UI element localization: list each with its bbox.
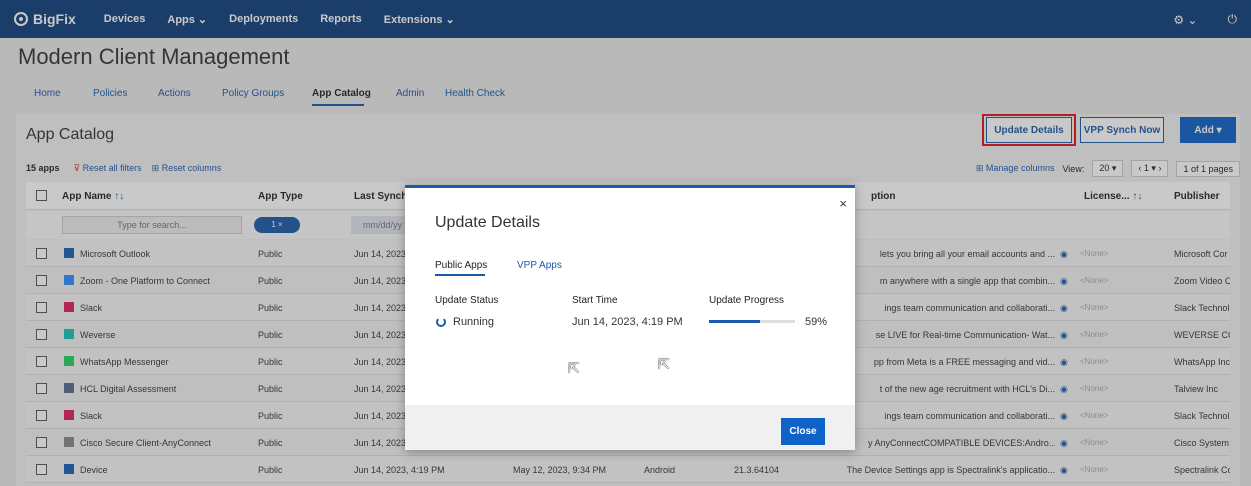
progress-text: 59% [805, 316, 828, 328]
close-button[interactable]: Close [781, 418, 825, 445]
progress-bar [709, 320, 795, 323]
progress-fill [709, 320, 760, 323]
tab-vpp-apps[interactable]: VPP Apps [517, 260, 562, 271]
tab-public-apps[interactable]: Public Apps [435, 260, 487, 271]
update-status-header: Update Status [435, 295, 499, 306]
modal-tab-underline [435, 274, 485, 276]
start-time-value: Jun 14, 2023, 4:19 PM [572, 316, 683, 328]
spinner-icon [436, 317, 446, 327]
start-time-header: Start Time [572, 295, 618, 306]
update-progress-header: Update Progress [709, 295, 785, 306]
close-icon[interactable]: × [839, 196, 847, 211]
update-details-modal: × Update Details Public Apps VPP Apps Up… [405, 185, 855, 450]
modal-title: Update Details [435, 214, 540, 231]
mouse-cursor-icon: ⇱ [568, 360, 580, 376]
modal-footer: Close [405, 405, 855, 450]
mouse-cursor-icon: ⇱ [658, 356, 670, 372]
update-status-value: Running [453, 316, 494, 328]
